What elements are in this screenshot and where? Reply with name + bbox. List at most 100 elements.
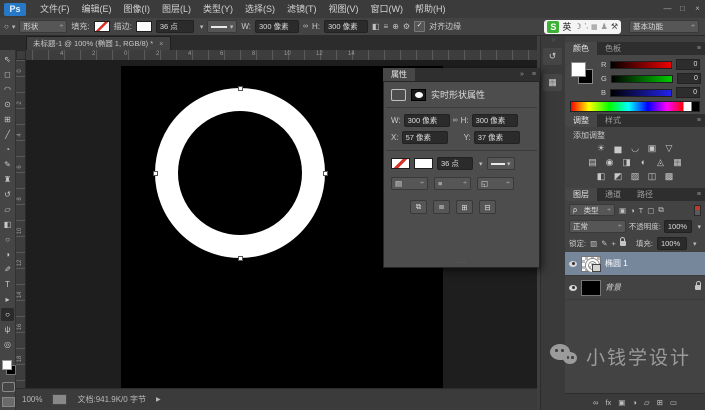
panel-resize-handle[interactable]: ∙∙∙ — [384, 260, 539, 266]
path-op-subtract-button[interactable]: ⧈ — [433, 200, 450, 214]
color-spectrum-bar[interactable] — [570, 101, 700, 112]
quick-mask-icon[interactable] — [2, 382, 15, 392]
tool-quick-select[interactable]: ⊙ — [1, 98, 14, 111]
path-operations-icon[interactable]: ◧ — [372, 22, 380, 31]
adj-photo-filter-icon[interactable]: ◐ — [638, 156, 650, 168]
channel-g-slider[interactable] — [611, 75, 673, 83]
new-group-icon[interactable]: ▱ — [644, 398, 650, 407]
screen-mode-icon[interactable] — [2, 397, 15, 407]
zoom-level-field[interactable]: 100% — [22, 395, 42, 404]
adj-curves-icon[interactable]: ◡ — [629, 142, 641, 154]
shape-y-field[interactable]: 37 像素 — [474, 131, 520, 144]
adj-channel-mixer-icon[interactable]: ◬ — [655, 156, 667, 168]
link-layers-icon[interactable]: ∞ — [593, 398, 598, 407]
adj-color-balance-icon[interactable]: ◉ — [604, 156, 616, 168]
layer-row-background[interactable]: 背景 — [565, 276, 705, 300]
stroke-corners-select[interactable]: ◱ ÷ — [477, 177, 514, 190]
tab-channels[interactable]: 通道 — [597, 188, 629, 201]
layer-filter-select[interactable]: ρ 类型 ÷ — [569, 204, 615, 216]
ellipse-shape-ring[interactable] — [155, 88, 325, 258]
path-align-icon[interactable]: ≡ — [384, 22, 389, 31]
ime-lang-toggle[interactable]: 英 — [562, 20, 571, 33]
tab-paths[interactable]: 路径 — [629, 188, 661, 201]
link-dimensions-icon[interactable]: ∞ — [303, 23, 308, 30]
workspace-select[interactable]: 基本功能 ÷ — [629, 20, 699, 33]
caret-down-icon[interactable]: ▾ — [479, 160, 483, 168]
layer-name[interactable]: 背景 — [605, 282, 621, 293]
filter-pixel-layers-icon[interactable]: ▣ — [619, 206, 626, 215]
tab-swatches[interactable]: 色板 — [597, 42, 629, 55]
adj-color-lookup-icon[interactable]: ▦ — [672, 156, 684, 168]
tool-path-select[interactable]: ▸ — [1, 293, 14, 306]
adj-gradient-map-icon[interactable]: ◫ — [646, 170, 658, 182]
tool-eraser[interactable]: ▱ — [1, 203, 14, 216]
panel-menu-icon[interactable]: ≡ — [528, 68, 540, 81]
channel-b-slider[interactable] — [610, 89, 672, 97]
menu-select[interactable]: 选择(S) — [239, 0, 281, 18]
delete-layer-icon[interactable]: ▭ — [670, 398, 677, 407]
caret-down-icon[interactable]: ▾ — [693, 240, 697, 248]
stroke-width-field[interactable]: 36 点 — [437, 157, 473, 170]
adj-levels-icon[interactable]: ▅ — [612, 142, 624, 154]
ime-wrench-icon[interactable]: ⚒ — [611, 22, 618, 31]
foreground-color-swatch[interactable] — [2, 360, 12, 370]
lock-all-icon[interactable] — [620, 241, 626, 246]
tool-mode-select[interactable]: 形状 ÷ — [19, 20, 67, 33]
channel-b-value[interactable]: 0 — [676, 87, 700, 98]
fill-swatch-none[interactable] — [391, 158, 410, 169]
tab-layers[interactable]: 图层 — [565, 188, 597, 201]
lock-position-icon[interactable]: + — [611, 239, 615, 248]
layer-row-ellipse[interactable]: 椭圆 1 — [565, 252, 705, 276]
tool-move[interactable]: ⇖ — [1, 53, 14, 66]
panel-menu-icon[interactable]: ≡ — [693, 188, 705, 201]
layer-style-fx-icon[interactable]: fx — [605, 398, 611, 407]
filter-type-layers-icon[interactable]: T — [639, 206, 644, 215]
menu-window[interactable]: 窗口(W) — [365, 0, 410, 18]
sogou-logo-icon[interactable]: S — [547, 21, 559, 33]
history-panel-icon[interactable]: ↺ — [543, 48, 562, 65]
document-tab[interactable]: 未标题-1 @ 100% (椭圆 1, RGB/8) * × — [26, 36, 171, 50]
filter-shape-layers-icon[interactable]: ▢ — [647, 206, 654, 215]
stroke-swatch-white[interactable] — [136, 21, 152, 32]
adj-vibrance-icon[interactable]: ▽ — [663, 142, 675, 154]
maximize-button[interactable]: □ — [675, 1, 690, 17]
adj-selective-color-icon[interactable]: ▩ — [663, 170, 675, 182]
ime-person-icon[interactable]: ♟ — [601, 22, 608, 31]
filter-adjustment-layers-icon[interactable]: ◑ — [630, 206, 635, 215]
panel-menu-icon[interactable]: ≡ — [693, 42, 705, 55]
anchor-handle-top[interactable] — [238, 86, 243, 91]
path-op-exclude-button[interactable]: ⊟ — [479, 200, 496, 214]
close-button[interactable]: × — [690, 1, 705, 17]
link-icon[interactable]: ∞ — [453, 117, 458, 124]
caret-down-icon[interactable]: ▾ — [697, 223, 701, 231]
layer-thumbnail[interactable] — [581, 256, 601, 272]
adj-invert-icon[interactable]: ◧ — [595, 170, 607, 182]
stroke-align-select[interactable]: ▤ ÷ — [391, 177, 428, 190]
stroke-swatch-white[interactable] — [414, 158, 433, 169]
tool-ellipse-shape[interactable]: ○ — [1, 308, 14, 321]
fill-field[interactable]: 100% — [657, 237, 687, 250]
anchor-handle-right[interactable] — [323, 171, 328, 176]
geometry-settings-icon[interactable]: ⚙ — [403, 22, 410, 31]
shape-h-field[interactable]: 300 像素 — [472, 114, 518, 127]
visibility-eye-icon[interactable] — [569, 285, 577, 291]
filter-smart-objects-icon[interactable]: ⧉ — [658, 205, 663, 215]
tab-close-icon[interactable]: × — [159, 39, 163, 48]
tab-properties[interactable]: 属性 — [383, 68, 415, 81]
channel-r-value[interactable]: 0 — [676, 59, 700, 70]
tab-adjustments[interactable]: 调整 — [565, 114, 597, 127]
channel-g-value[interactable]: 0 — [677, 73, 701, 84]
path-arrange-icon[interactable]: ⊕ — [392, 22, 399, 31]
opacity-field[interactable]: 100% — [664, 220, 693, 233]
tool-history-brush[interactable]: ↺ — [1, 188, 14, 201]
tool-brush[interactable]: ✎ — [1, 158, 14, 171]
menu-edit[interactable]: 编辑(E) — [76, 0, 118, 18]
layer-thumbnail[interactable] — [581, 280, 601, 296]
stroke-caps-select[interactable]: ≡ ÷ — [434, 177, 471, 190]
panel-menu-icon[interactable]: ≡ — [693, 114, 705, 127]
add-mask-icon[interactable]: ▣ — [618, 398, 625, 407]
tab-color[interactable]: 颜色 — [565, 42, 597, 55]
adj-brightness-icon[interactable]: ☀ — [595, 142, 607, 154]
tool-blur[interactable]: ○ — [1, 233, 14, 246]
ime-toolbar[interactable]: S 英 ☽ ’, ▦ ♟ ⚒ — [544, 20, 621, 34]
